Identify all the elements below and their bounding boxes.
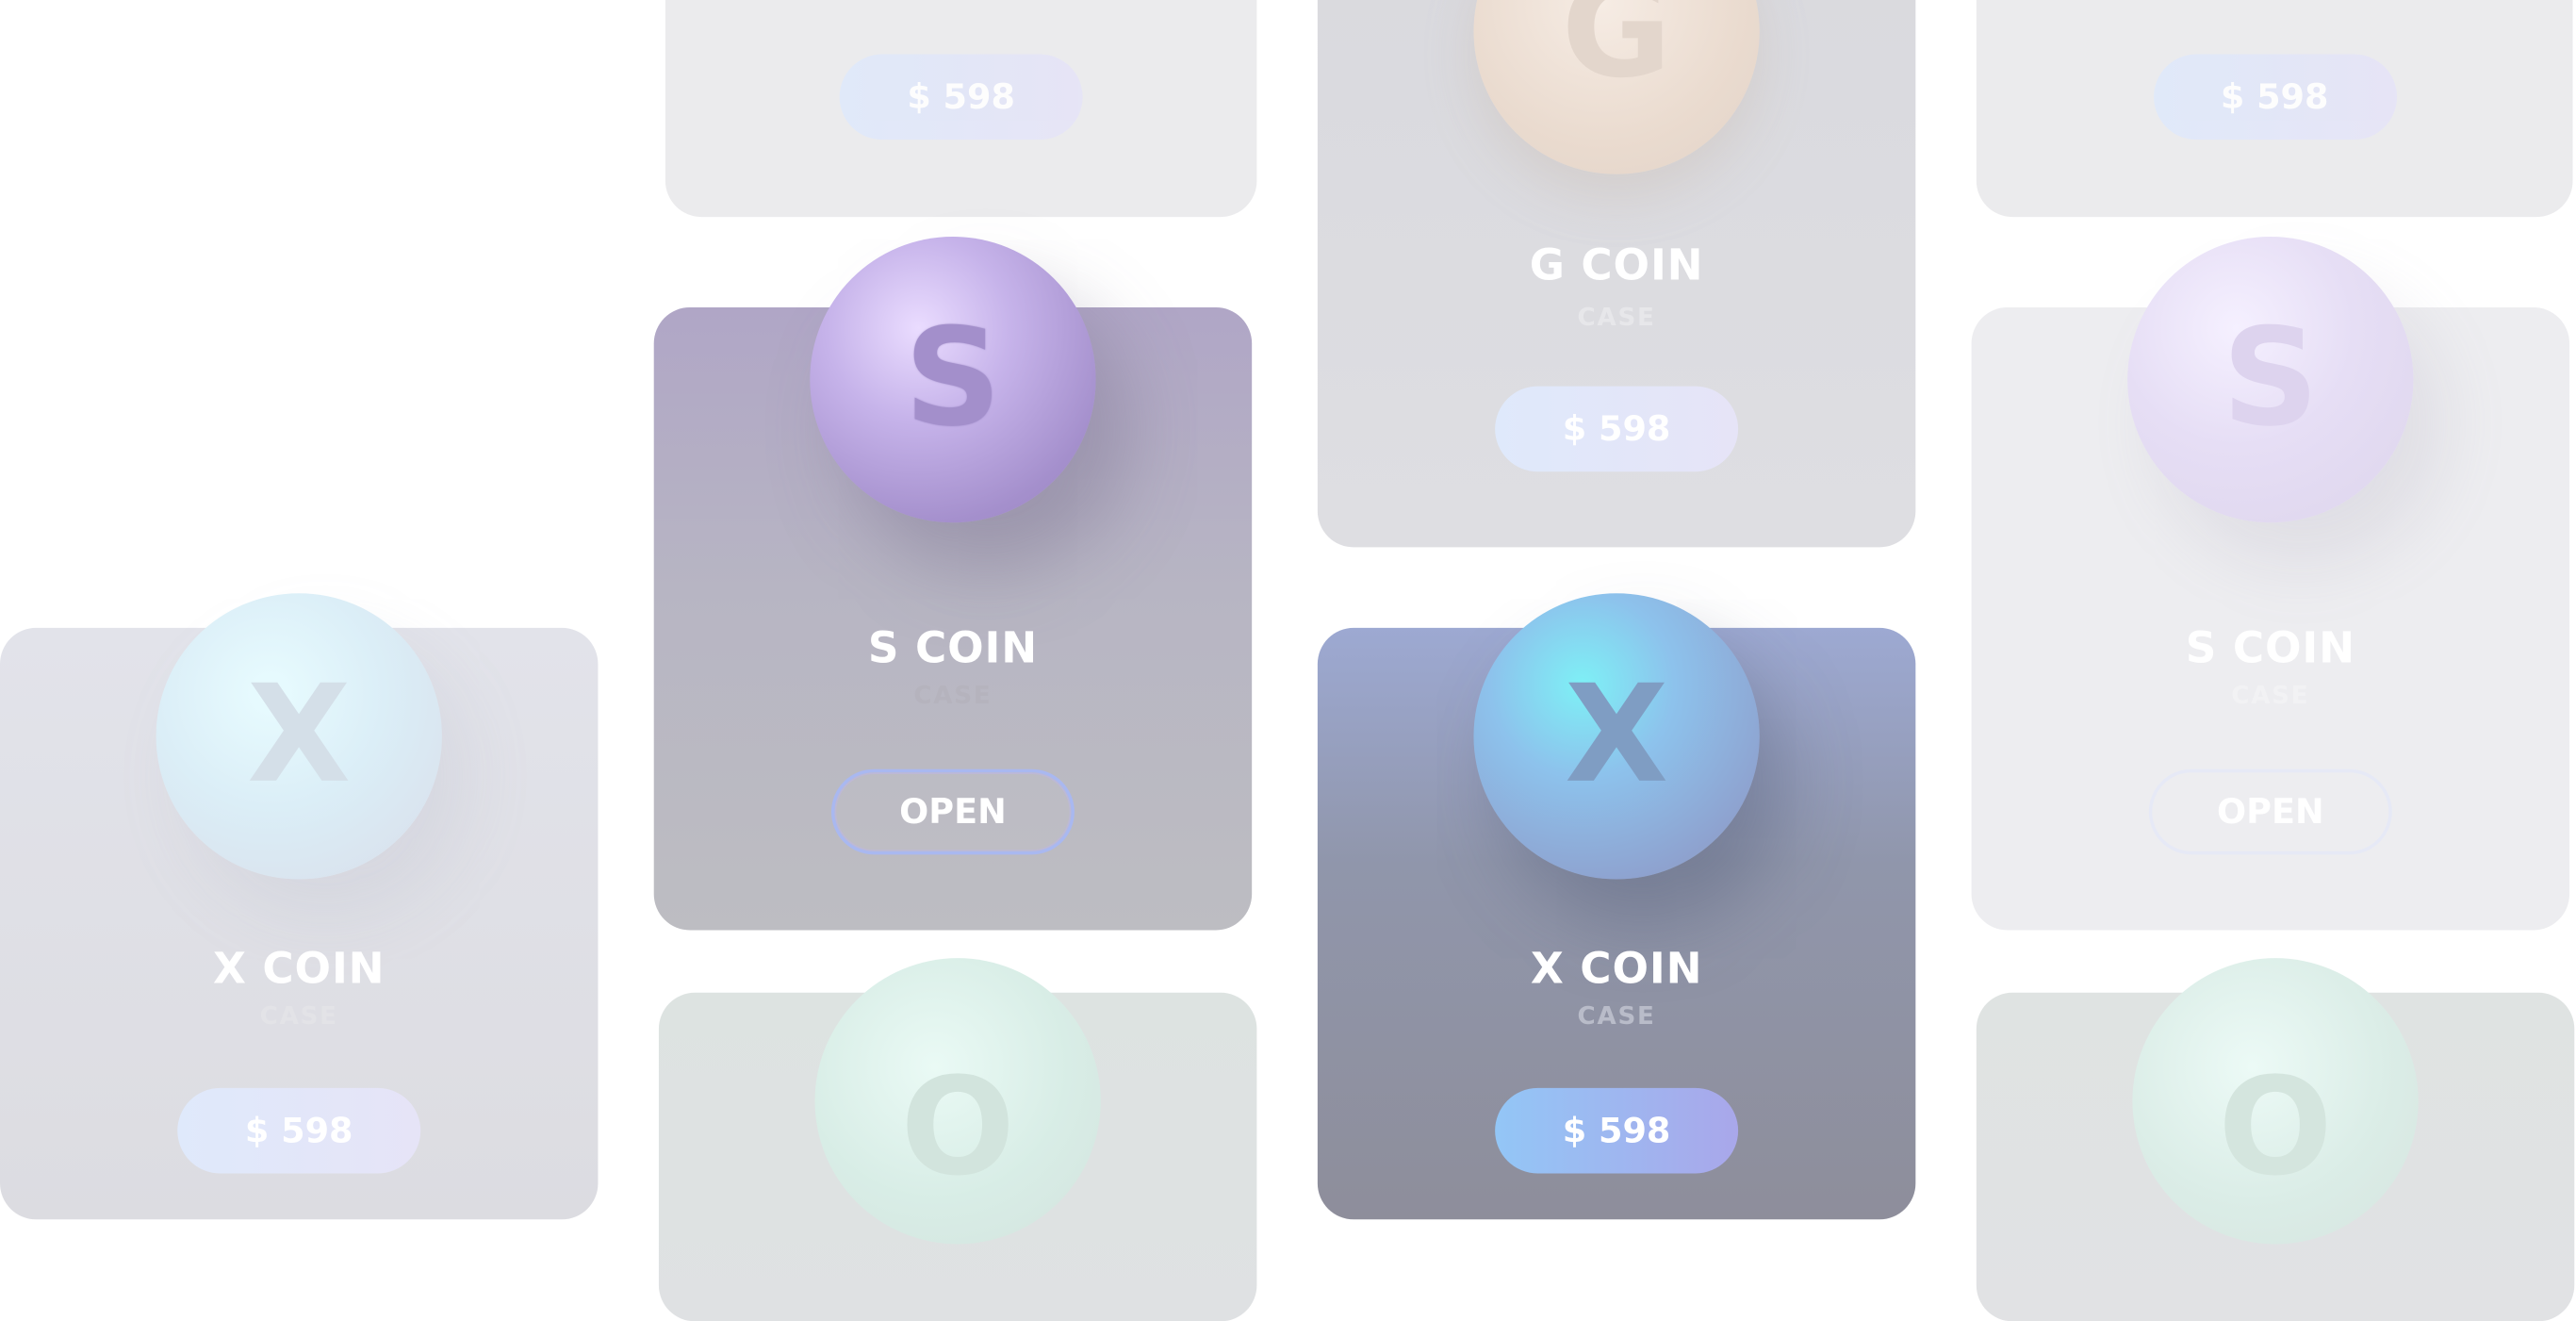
price-button[interactable]: $ 598 <box>2153 54 2397 140</box>
s-coin-icon: S <box>2127 236 2414 523</box>
case-card-s-coin-faded[interactable]: S S COIN CASE OPEN <box>1971 236 2570 931</box>
open-button[interactable]: OPEN <box>2148 768 2392 855</box>
card-subtitle: CASE <box>1577 302 1656 333</box>
card-title: S COIN <box>2185 624 2355 674</box>
x-coin-icon: X <box>1473 593 1760 880</box>
o-coin-icon: O <box>2132 958 2419 1245</box>
card-subtitle: CASE <box>259 1000 338 1031</box>
case-card-o-coin-left[interactable]: O <box>658 958 1257 1321</box>
s-coin-icon: S <box>810 236 1096 523</box>
price-button[interactable]: $ 598 <box>1495 386 1739 472</box>
o-coin-icon: O <box>814 958 1101 1245</box>
case-card-top-right[interactable]: $ 598 <box>1976 0 2573 218</box>
case-card-x-coin-active[interactable]: X X COIN CASE $ 598 <box>1317 593 1916 1220</box>
case-card-s-coin-active[interactable]: S S COIN CASE OPEN <box>653 236 1253 931</box>
card-subtitle: CASE <box>1577 1000 1656 1031</box>
card-subtitle: CASE <box>913 680 993 710</box>
card-title: G COIN <box>1529 241 1704 291</box>
decorative-blob <box>0 0 697 551</box>
card-title: X COIN <box>212 945 386 995</box>
card-title: S COIN <box>867 624 1039 674</box>
case-card-x-coin-faded[interactable]: X X COIN CASE $ 598 <box>0 593 599 1220</box>
case-card-g-coin[interactable]: G G COIN CASE $ 598 <box>1317 0 1916 548</box>
price-button[interactable]: $ 598 <box>1495 1087 1739 1174</box>
coin-case-grid: $ 598 G G COIN CASE $ 598 $ 598 S S COIN… <box>0 0 2576 1321</box>
open-button[interactable]: OPEN <box>830 768 1075 855</box>
price-button[interactable]: $ 598 <box>177 1087 421 1174</box>
case-card-o-coin-right[interactable]: O <box>1976 958 2575 1321</box>
price-button[interactable]: $ 598 <box>839 54 1083 140</box>
case-card-top-left[interactable]: $ 598 <box>665 0 1257 218</box>
card-subtitle: CASE <box>2231 680 2310 710</box>
card-title: X COIN <box>1530 945 1703 995</box>
x-coin-icon: X <box>156 593 442 880</box>
